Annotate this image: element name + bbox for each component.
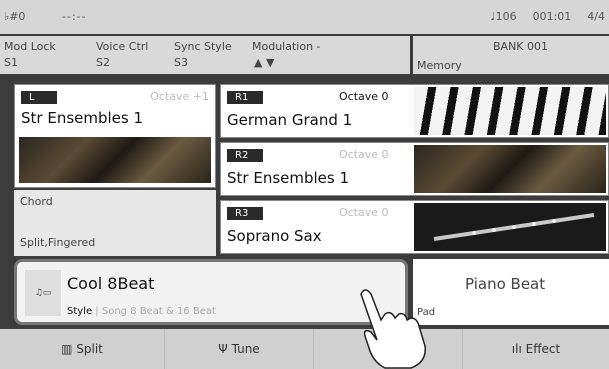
style-icon: ♫▭ [25, 270, 61, 316]
pointing-hand-icon [360, 289, 426, 369]
control-sync-style[interactable]: Sync Style S3 [174, 40, 232, 69]
voice-name: German Grand 1 [227, 111, 353, 129]
style-label: Style [67, 306, 93, 317]
split-button[interactable]: ▥ Split [0, 329, 165, 369]
voice-badge-r2: R2 [227, 149, 263, 162]
status-bar: ♭#0 --:-- ♩106 001:01 4/4 [0, 0, 609, 34]
style-name: Cool 8Beat [67, 274, 155, 293]
strings-photo [414, 145, 606, 193]
voice-badge-r3: R3 [227, 207, 263, 220]
memory-label: Memory [417, 59, 462, 72]
voice-name: Str Ensembles 1 [21, 109, 144, 127]
effect-bars-icon: ılı [511, 342, 522, 356]
control-value: S3 [174, 56, 188, 69]
position-readout: 001:01 [532, 10, 572, 23]
bank-memory-panel[interactable]: BANK 001 Memory [413, 36, 609, 74]
control-modulation[interactable]: Modulation - ▲ ▼ [252, 40, 321, 69]
voice-badge-l: L [21, 91, 57, 104]
right-voice-2-panel[interactable]: R2 Octave 0 Str Ensembles 1 [220, 142, 609, 196]
tuning-fork-icon: Ψ [218, 342, 228, 356]
right-voice-3-panel[interactable]: R3 Octave 0 Soprano Sax [220, 200, 609, 254]
keyboard-icon: ▥ [61, 342, 73, 356]
voice-name: Soprano Sax [227, 227, 322, 245]
chord-panel[interactable]: Chord Split,Fingered [14, 190, 216, 256]
sax-image [433, 213, 595, 241]
control-label: Voice Ctrl [96, 40, 149, 53]
button-label: Split [76, 342, 103, 356]
key-indicator: ♭#0 [4, 10, 26, 23]
voice-name: Str Ensembles 1 [227, 169, 350, 187]
time-readout: --:-- [62, 10, 87, 23]
octave-label: Octave 0 [339, 206, 389, 219]
control-value: S1 [4, 56, 18, 69]
chord-title: Chord [20, 195, 53, 208]
control-label: Mod Lock [4, 40, 56, 53]
chord-mode: Split,Fingered [20, 236, 96, 249]
voice-badge-r1: R1 [227, 91, 263, 104]
effect-button[interactable]: ılı Effect [463, 329, 609, 369]
right-voice-1-panel[interactable]: R1 Octave 0 German Grand 1 [220, 84, 609, 138]
bank-title: BANK 001 [493, 40, 549, 53]
status-right: ♩106 001:01 4/4 [474, 10, 605, 23]
left-voice-panel[interactable]: L Octave +1 Str Ensembles 1 [14, 84, 216, 188]
meter-readout: 4/4 [587, 10, 605, 23]
control-voice-ctrl[interactable]: Voice Ctrl S2 [96, 40, 148, 69]
button-label: Tune [231, 342, 260, 356]
tune-button[interactable]: Ψ Tune [165, 329, 314, 369]
style-category: Song 8 Beat & 16 Beat [101, 306, 216, 317]
style-info: Style | Song 8 Beat & 16 Beat [67, 306, 216, 317]
control-mod-lock[interactable]: Mod Lock S1 [4, 40, 56, 69]
button-label: Effect [525, 342, 561, 356]
piano-photo [414, 87, 606, 135]
octave-label: Octave +1 [150, 90, 209, 103]
pad-name: Piano Beat [465, 275, 546, 293]
pad-panel[interactable]: Piano Beat Pad [413, 259, 609, 325]
octave-label: Octave 0 [339, 148, 389, 161]
control-value: S2 [96, 56, 110, 69]
keyboard-main-screen: ♭#0 --:-- ♩106 001:01 4/4 Mod Lock S1 Vo… [0, 0, 609, 369]
octave-label: Octave 0 [339, 90, 389, 103]
modulation-arrows[interactable]: ▲ ▼ [252, 56, 321, 69]
style-panel[interactable]: ♫▭ Cool 8Beat Style | Song 8 Beat & 16 B… [14, 259, 408, 325]
control-label: Sync Style [174, 40, 232, 53]
sax-photo [414, 203, 606, 251]
control-label: Modulation - [252, 40, 321, 53]
tempo-readout[interactable]: ♩106 [490, 10, 516, 23]
strings-photo [19, 137, 211, 183]
